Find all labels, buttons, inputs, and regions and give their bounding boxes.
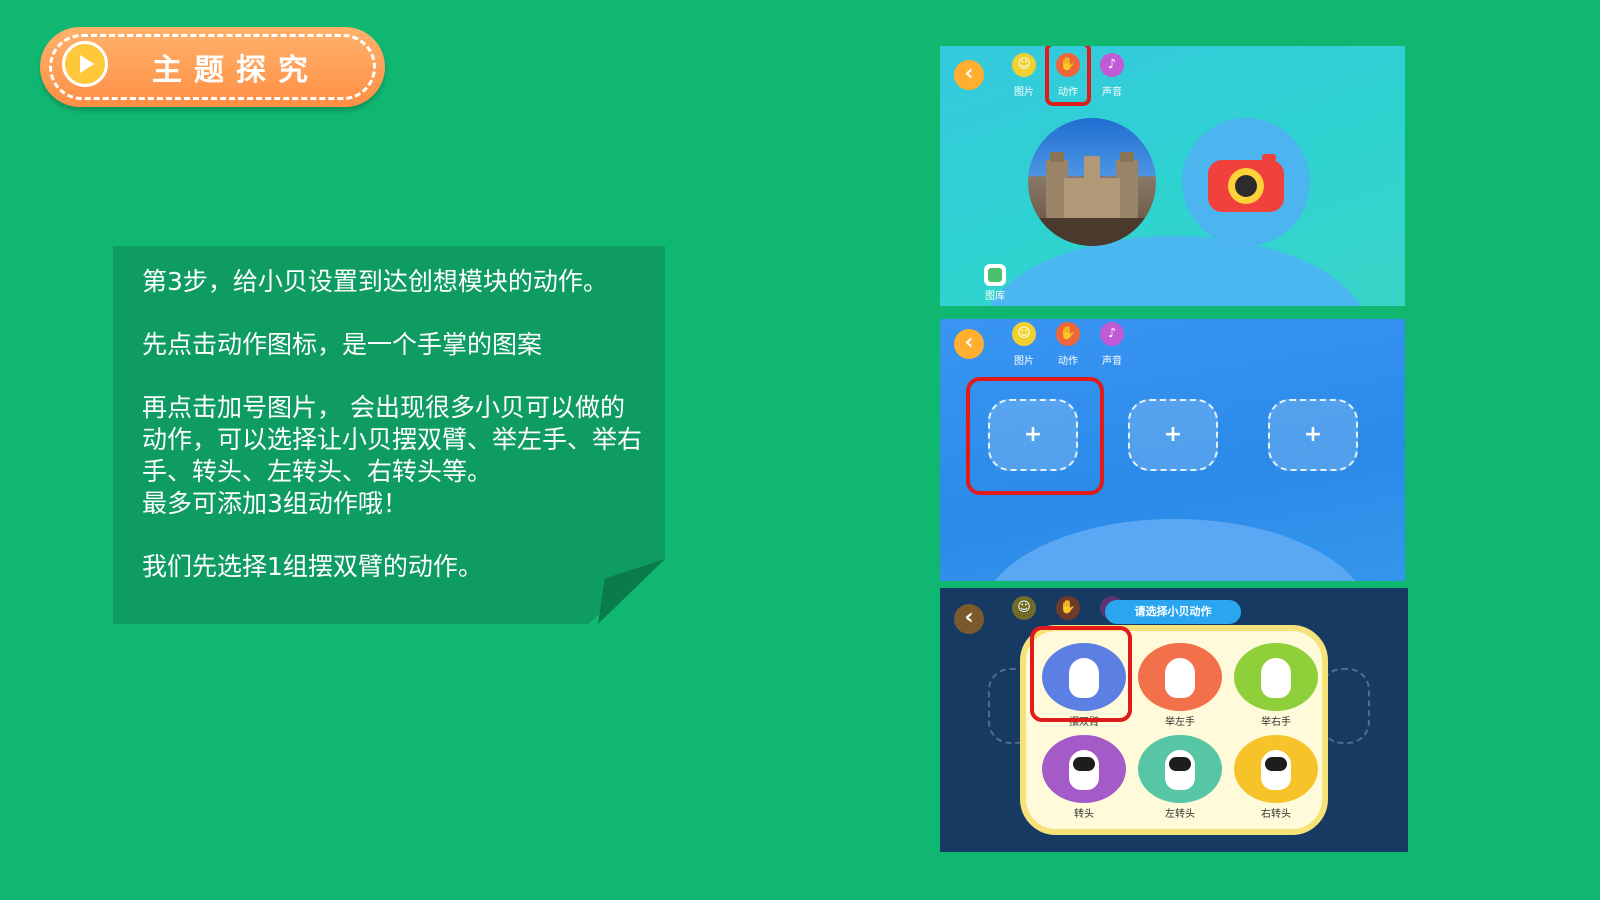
smiley-icon[interactable]: ☺ (1012, 53, 1036, 77)
section-title-badge: 主题探究 (40, 27, 385, 107)
back-button[interactable]: ‹ (954, 60, 984, 90)
smiley-icon: ☺ (1012, 596, 1036, 620)
action-turn-head-right[interactable] (1234, 735, 1318, 803)
hand-icon: ✋ (1056, 596, 1080, 620)
tab-picture-label: 图片 (1014, 356, 1034, 367)
action-label: 举右手 (1261, 717, 1291, 728)
action-label: 举左手 (1165, 717, 1195, 728)
screenshot-step-3: ‹ ☺ ✋ ♪ 摆双臂 举左手 举右手 转头 (940, 588, 1408, 852)
step-line: 第3步，给小贝设置到达创想模块的动作。 (142, 267, 608, 296)
highlight-add-slot (966, 377, 1104, 495)
action-raise-left-hand[interactable] (1138, 643, 1222, 711)
section-title: 主题探究 (152, 53, 320, 88)
instruction-text: 第3步，给小贝设置到达创想模块的动作。 先点击动作图标，是一个手掌的图案 再点击… (142, 266, 642, 583)
action-label: 转头 (1074, 809, 1094, 820)
gallery-label: 图库 (985, 291, 1005, 302)
highlight-action-tab (1045, 46, 1091, 106)
planet-decoration (980, 519, 1370, 581)
play-icon (62, 41, 108, 87)
limit-line: 最多可添加3组动作哦！ (142, 489, 408, 518)
tab-picture-label: 图片 (1014, 87, 1034, 98)
gallery-icon[interactable] (984, 264, 1006, 286)
screenshot-step-1: ‹ ☺ 图片 ✋ 动作 ♪ 声音 图库 (940, 46, 1405, 306)
hand-icon[interactable]: ✋ (1056, 322, 1080, 346)
landmark-photo[interactable] (1028, 118, 1156, 246)
smiley-icon[interactable]: ☺ (1012, 322, 1036, 346)
action-turn-head[interactable] (1042, 735, 1126, 803)
add-action-slot-2[interactable]: + (1128, 399, 1218, 471)
action-turn-head-left[interactable] (1138, 735, 1222, 803)
camera-icon (1208, 154, 1284, 212)
camera-button[interactable] (1182, 118, 1310, 246)
back-button[interactable]: ‹ (954, 604, 984, 634)
sound-icon[interactable]: ♪ (1100, 322, 1124, 346)
tab-action-label: 动作 (1058, 356, 1078, 367)
action-label: 左转头 (1165, 809, 1195, 820)
choice-line: 我们先选择1组摆双臂的动作。 (142, 552, 483, 581)
add-action-slot-3[interactable]: + (1268, 399, 1358, 471)
action-label: 右转头 (1261, 809, 1291, 820)
dialog-title: 请选择小贝动作 (1105, 600, 1241, 624)
action-raise-right-hand[interactable] (1234, 643, 1318, 711)
detail-line: 再点击加号图片， 会出现很多小贝可以做的动作，可以选择让小贝摆双臂、举左手、举右… (142, 393, 643, 486)
sound-icon[interactable]: ♪ (1100, 53, 1124, 77)
back-button[interactable]: ‹ (954, 329, 984, 359)
screenshot-step-2: ‹ ☺ 图片 ✋ 动作 ♪ 声音 + + + (940, 319, 1405, 581)
hint-line: 先点击动作图标，是一个手掌的图案 (142, 330, 543, 359)
planet-decoration (980, 236, 1370, 306)
tab-sound-label: 声音 (1102, 356, 1122, 367)
highlight-swing-arms (1030, 626, 1132, 722)
tab-sound-label: 声音 (1102, 87, 1122, 98)
